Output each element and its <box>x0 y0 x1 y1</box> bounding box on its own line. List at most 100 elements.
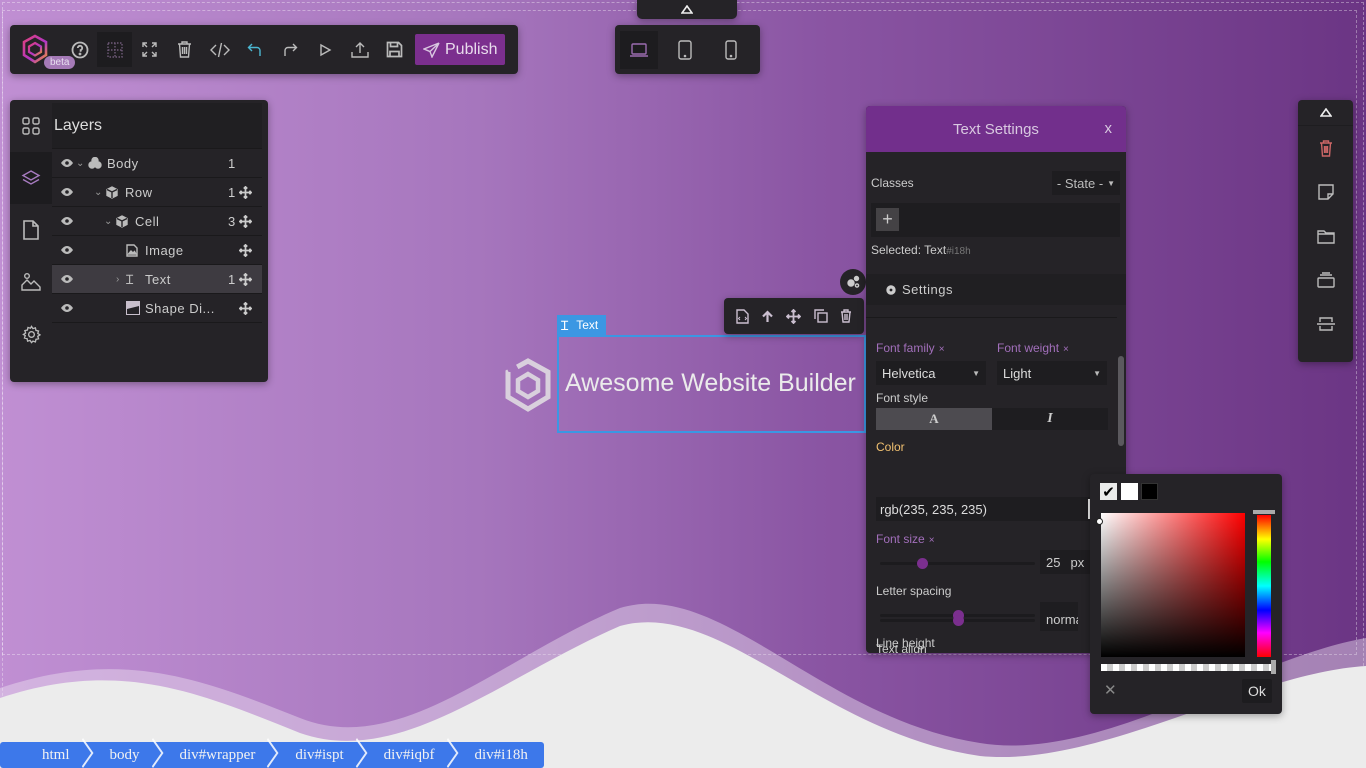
font-weight-select[interactable]: Light ▼ <box>997 361 1107 385</box>
assets-tab[interactable] <box>10 256 52 308</box>
eye-icon[interactable] <box>60 303 74 313</box>
add-class-button[interactable]: + <box>876 208 899 231</box>
saturation-value-area[interactable] <box>1101 513 1245 657</box>
trash-bin-button[interactable] <box>1319 126 1333 170</box>
clear-font-family-icon[interactable]: × <box>939 344 945 355</box>
alpha-slider[interactable] <box>1101 664 1273 671</box>
breadcrumb-item[interactable]: div#i18h <box>451 742 544 768</box>
hero-heading-text[interactable]: Awesome Website Builder <box>565 369 856 398</box>
chevron-down-icon[interactable]: ⌄ <box>104 216 113 227</box>
drag-handle-icon[interactable] <box>239 185 252 199</box>
publish-button[interactable]: Publish <box>415 34 506 65</box>
play-icon <box>318 43 332 57</box>
font-size-slider-handle[interactable] <box>917 558 928 569</box>
eye-icon[interactable] <box>60 187 74 197</box>
font-size-label: Font size × <box>876 532 935 546</box>
swatch-current[interactable]: ✔ <box>1100 483 1117 501</box>
color-value-input[interactable]: rgb(235, 235, 235) <box>876 497 1090 521</box>
alpha-slider-handle[interactable] <box>1271 660 1276 674</box>
chevron-right-icon[interactable]: › <box>116 274 120 285</box>
sw-visibility-button[interactable] <box>97 32 132 67</box>
device-switcher <box>615 25 760 74</box>
drag-handle-icon[interactable] <box>239 214 252 228</box>
breadcrumb-item[interactable]: div#iqbf <box>360 742 451 768</box>
eye-icon[interactable] <box>60 158 74 168</box>
section-break-button[interactable] <box>1316 302 1335 346</box>
export-button[interactable] <box>342 32 377 67</box>
picker-ok-button[interactable]: Ok <box>1242 679 1272 703</box>
line-height-slider[interactable] <box>880 615 1035 626</box>
clone-element-button[interactable] <box>813 309 828 323</box>
hero-logo-image[interactable] <box>502 357 554 418</box>
fullscreen-button[interactable] <box>132 32 167 67</box>
hue-slider-handle[interactable] <box>1253 510 1275 514</box>
hexagon-logo-icon <box>505 358 551 412</box>
eye-icon[interactable] <box>60 216 74 226</box>
code-button[interactable] <box>202 32 237 67</box>
delete-element-button[interactable] <box>840 309 852 323</box>
clear-canvas-button[interactable] <box>167 32 202 67</box>
chevron-down-icon[interactable]: ⌄ <box>94 187 103 198</box>
chevron-down-icon[interactable]: ⌄ <box>76 158 85 169</box>
swatch-black[interactable] <box>1141 483 1158 500</box>
eye-icon[interactable] <box>60 245 74 255</box>
layer-item[interactable]: ⌄ Body 1 <box>52 149 262 178</box>
move-element-handle[interactable] <box>786 308 802 324</box>
breadcrumb-item[interactable]: html <box>0 742 86 768</box>
breadcrumb-item[interactable]: body <box>86 742 156 768</box>
element-toolbar <box>724 298 864 334</box>
redo-button[interactable] <box>272 32 307 67</box>
layer-item[interactable]: Shape Di... <box>52 294 262 323</box>
select-parent-button[interactable] <box>761 309 774 323</box>
line-height-slider-handle[interactable] <box>953 615 964 626</box>
font-style-normal-option[interactable]: A <box>876 408 992 430</box>
layer-item[interactable]: ⌄ Row 1 <box>52 178 262 207</box>
settings-section-header[interactable]: Settings <box>866 274 1126 305</box>
clear-font-weight-icon[interactable]: × <box>1063 344 1069 355</box>
text-cursor-icon: Ɪ <box>126 272 134 287</box>
trash-icon <box>1319 139 1333 157</box>
saturation-picker-handle[interactable] <box>1096 518 1103 525</box>
line-height-input[interactable]: normal <box>1040 607 1078 631</box>
drag-handle-icon[interactable] <box>239 243 252 257</box>
device-mobile-button[interactable] <box>712 31 750 69</box>
text-settings-panel: Text Settings x Classes - State - ▼ + Sel… <box>866 106 1126 653</box>
close-settings-button[interactable]: x <box>1105 120 1113 137</box>
undo-button[interactable] <box>237 32 272 67</box>
drag-handle-icon[interactable] <box>239 272 252 286</box>
selected-name: Text <box>924 243 947 257</box>
sticky-note-button[interactable] <box>1317 170 1334 214</box>
hue-slider[interactable] <box>1257 515 1271 657</box>
stack-button[interactable] <box>1316 258 1335 302</box>
blocks-tab[interactable] <box>10 100 52 152</box>
open-settings-button[interactable] <box>840 269 866 295</box>
collapse-right-button[interactable] <box>1298 100 1353 126</box>
swatch-white[interactable] <box>1121 483 1138 500</box>
layer-item[interactable]: › Ɪ Text 1 <box>52 265 262 294</box>
layers-tab[interactable] <box>10 152 52 204</box>
main-toolbar: beta Publish <box>10 25 518 74</box>
device-tablet-button[interactable] <box>666 31 704 69</box>
breadcrumb-item[interactable]: div#wrapper <box>156 742 272 768</box>
collapse-top-button[interactable] <box>637 0 737 19</box>
settings-scrollbar[interactable] <box>1118 356 1124 446</box>
font-style-italic-option[interactable]: I <box>992 408 1108 430</box>
breadcrumb-item[interactable]: div#ispt <box>271 742 359 768</box>
device-desktop-button[interactable] <box>620 30 658 69</box>
state-select[interactable]: - State - ▼ <box>1052 171 1120 195</box>
edit-code-button[interactable] <box>736 308 749 324</box>
save-button[interactable] <box>377 32 412 67</box>
font-size-input[interactable]: 25 px <box>1040 550 1090 574</box>
font-size-slider[interactable] <box>880 558 1035 569</box>
settings-tab[interactable] <box>10 308 52 360</box>
open-folder-button[interactable] <box>1316 214 1335 258</box>
preview-button[interactable] <box>307 32 342 67</box>
clear-font-size-icon[interactable]: × <box>929 535 935 546</box>
picker-cancel-button[interactable]: ✕ <box>1104 681 1117 699</box>
drag-handle-icon[interactable] <box>239 301 252 315</box>
pages-tab[interactable] <box>10 204 52 256</box>
layer-item[interactable]: Image <box>52 236 262 265</box>
font-family-select[interactable]: Helvetica ▼ <box>876 361 986 385</box>
layer-item[interactable]: ⌄ Cell 3 <box>52 207 262 236</box>
eye-icon[interactable] <box>60 274 74 284</box>
